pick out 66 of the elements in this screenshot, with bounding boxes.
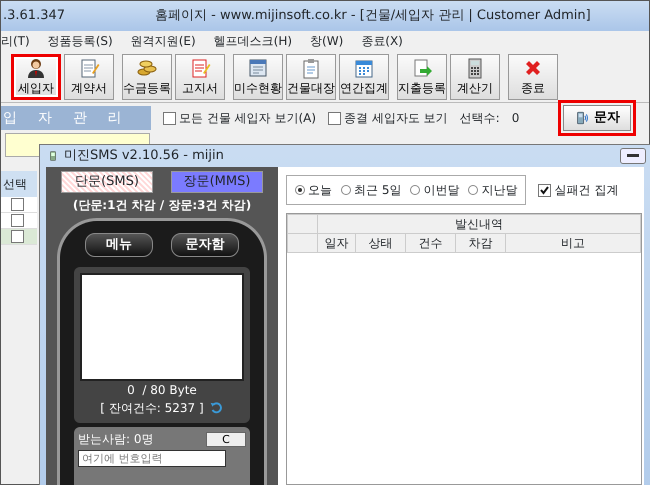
- radio-label: 이번달: [423, 182, 460, 199]
- radio-button[interactable]: [341, 185, 351, 195]
- byte-count: 0 / 80 Byte: [127, 382, 197, 399]
- checkbox-label: 모든 건물 세입자 보기(A): [179, 110, 316, 127]
- toolbar-button[interactable]: 연간집계: [339, 54, 389, 100]
- radio-button[interactable]: [468, 185, 478, 195]
- radio-label: 오늘: [308, 182, 332, 199]
- deduction-note: (단문:1건 차감 / 장문:3건 차감): [72, 197, 252, 214]
- toolbar-button[interactable]: 미수현황: [233, 54, 283, 100]
- minimize-icon: [627, 154, 639, 158]
- person-icon: [25, 56, 47, 78]
- table-group-header: 발신내역: [318, 214, 640, 234]
- menu-item[interactable]: 헬프데스크(H): [214, 32, 310, 50]
- menu-item[interactable]: 정품등록(S): [48, 32, 131, 50]
- toolbar-button[interactable]: 지출등록: [397, 54, 447, 100]
- radio-button[interactable]: [410, 185, 420, 195]
- toolbar-button[interactable]: 종료: [508, 54, 558, 100]
- checkbox[interactable]: [163, 112, 176, 124]
- menu-item[interactable]: 원격지원(E): [130, 32, 214, 50]
- toolbar-button[interactable]: 수금등록: [122, 54, 172, 100]
- window-title: 홈페이지 - www.mijinsoft.co.kr - [건물/세입자 관리 | Customer Admin]: [155, 7, 591, 26]
- column-header: 비고: [506, 234, 640, 252]
- toolbar-button[interactable]: 계산기: [450, 54, 500, 100]
- checkbox-label: 실패건 집계: [554, 182, 618, 199]
- column-header: 일자: [318, 234, 356, 252]
- message-input[interactable]: [80, 273, 244, 381]
- toolbar-button[interactable]: 고지서: [175, 54, 225, 100]
- toolbar-button[interactable]: 계약서: [64, 54, 114, 100]
- grid-row[interactable]: [1, 213, 37, 229]
- mode-tab[interactable]: 장문(MMS): [171, 171, 263, 193]
- window-title: 미진SMS v2.10.56 - mijin: [64, 147, 224, 166]
- section-banner: 입 자 관 리: [1, 106, 151, 130]
- menu-item[interactable]: 창(W): [310, 32, 362, 50]
- column-header: 선택: [1, 171, 37, 197]
- menu-item[interactable]: 종료(X): [361, 32, 421, 50]
- number-input[interactable]: 여기에 번호입력: [78, 450, 226, 467]
- radio-button[interactable]: [295, 185, 305, 195]
- checkbox[interactable]: [11, 214, 24, 227]
- form-icon: [247, 56, 269, 78]
- checkbox[interactable]: [328, 112, 342, 124]
- menu-item[interactable]: 리(T): [1, 32, 48, 50]
- grid-row[interactable]: [1, 197, 37, 213]
- phone-button[interactable]: 문자함: [171, 233, 239, 257]
- column-header: 건수: [406, 234, 456, 252]
- toolbar-button[interactable]: 세입자: [11, 54, 61, 100]
- radio-label: 지난달: [481, 182, 518, 199]
- checkbox[interactable]: [11, 230, 24, 243]
- checkbox-label: 종결 세입자도 보기: [344, 110, 448, 127]
- column-header: 차감: [456, 234, 506, 252]
- phone-button[interactable]: 메뉴: [85, 233, 153, 257]
- phone-icon: [48, 148, 58, 164]
- grid-row[interactable]: [1, 229, 37, 245]
- refresh-icon: [210, 401, 224, 415]
- column-header: 상태: [356, 234, 406, 252]
- recipient-label: 받는사람: 0명: [78, 431, 154, 448]
- clear-button[interactable]: C: [206, 432, 246, 446]
- mode-tab[interactable]: 단문(SMS): [61, 171, 153, 193]
- count-label: 선택수:: [460, 110, 500, 127]
- count-value: 0: [512, 110, 520, 127]
- radio-label: 최근 5일: [354, 182, 402, 199]
- checkbox[interactable]: [538, 184, 552, 196]
- window-title: .3.61.347: [3, 7, 66, 26]
- remaining-count: [ 잔여건수: 5237 ]: [100, 400, 204, 417]
- minimize-button[interactable]: [620, 148, 646, 164]
- checkbox[interactable]: [11, 198, 24, 211]
- toolbar-button[interactable]: 건물대장: [286, 54, 336, 100]
